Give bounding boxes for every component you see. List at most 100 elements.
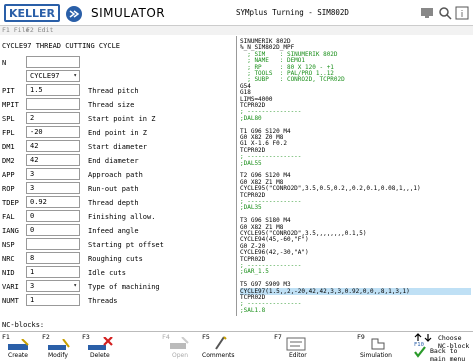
- simulator-icon: [66, 6, 82, 22]
- param-label: TDEP: [2, 199, 19, 207]
- param-label: ROP: [2, 185, 15, 193]
- param-description: End point in Z: [88, 129, 148, 137]
- param-row: DM2 42 End diameter: [0, 154, 237, 168]
- param-description: Start diameter: [88, 143, 148, 151]
- code-line[interactable]: ;DAL80: [240, 115, 262, 122]
- param-input[interactable]: 3: [26, 168, 80, 180]
- param-row: IANG 0 Infeed angle: [0, 224, 237, 238]
- code-line[interactable]: CYCLE95("CONRO2D",3.5,0.5,0.2,,0.2,0.1,0…: [240, 185, 421, 192]
- delete-x-icon: [88, 337, 113, 350]
- open-icon: [170, 337, 189, 349]
- param-input[interactable]: 0.92: [26, 196, 80, 208]
- param-value: 42: [30, 156, 39, 164]
- code-line[interactable]: ; SUBP : CONRO2D, TCPR02D: [240, 76, 345, 83]
- param-input[interactable]: 2: [26, 112, 80, 124]
- param-value: 3: [30, 184, 35, 192]
- param-input[interactable]: [26, 56, 80, 68]
- param-input[interactable]: 42: [26, 154, 80, 166]
- param-input[interactable]: 1: [26, 266, 80, 278]
- selected-code-line[interactable]: CYCLE97(1.5,,2,-20,42,42,3,3,0.92,0,0,,8…: [240, 287, 471, 295]
- param-value: 0.92: [30, 198, 47, 206]
- f9-simulation-button[interactable]: F9 Simulation: [355, 331, 400, 361]
- param-label: DM2: [2, 157, 15, 165]
- f4-open-button[interactable]: F4 Open: [160, 331, 200, 361]
- app-name: SIMULATOR: [91, 6, 166, 20]
- param-description: Run-out path: [88, 185, 139, 193]
- title-bar: KELLER SIMULATOR SYMplus Turning - SIM80…: [0, 0, 473, 26]
- param-description: Starting pt offset: [88, 241, 164, 249]
- monitor-icon[interactable]: [420, 6, 434, 20]
- param-value: -20: [30, 128, 43, 136]
- param-input[interactable]: 1.5: [26, 84, 80, 96]
- param-input[interactable]: -20: [26, 126, 80, 138]
- param-label: N: [2, 59, 7, 67]
- menu-bar: F1 File F2 Edit: [0, 26, 473, 35]
- param-value: 8: [30, 254, 35, 262]
- param-value: 0: [30, 226, 35, 234]
- code-line[interactable]: ;SAL1.8: [240, 307, 265, 314]
- search-icon[interactable]: [438, 6, 452, 20]
- nc-program-listing[interactable]: SINUMERIK 802D %_N_SIM802D_MPF ; SIM : SI…: [238, 36, 473, 316]
- param-row: FAL 0 Finishing allow.: [0, 210, 237, 224]
- param-description: Threads: [88, 297, 118, 305]
- param-dropdown[interactable]: CYCLE97 ▾: [26, 70, 80, 82]
- param-row: TDEP 0.92 Thread depth: [0, 196, 237, 210]
- info-icon[interactable]: i: [455, 6, 469, 20]
- param-input[interactable]: 8: [26, 252, 80, 264]
- up-down-arrows-icon[interactable]: [414, 333, 434, 342]
- param-label: NRC: [2, 255, 15, 263]
- f5-comments-button[interactable]: F5 Comments: [200, 331, 244, 361]
- param-row: VARI 3 ▾ Type of machining: [0, 280, 237, 294]
- param-input[interactable]: [26, 98, 80, 110]
- param-input[interactable]: [26, 238, 80, 250]
- param-value: 1: [30, 296, 35, 304]
- code-line[interactable]: ;GAR_1.5: [240, 268, 269, 275]
- svg-text:i: i: [461, 10, 464, 20]
- f9-key-label: F9: [357, 333, 365, 341]
- panel-title: CYCLE97 THREAD CUTTING CYCLE: [2, 42, 121, 50]
- f1-create-button[interactable]: F1 Create: [0, 331, 40, 361]
- param-label: APP: [2, 171, 15, 179]
- f7-editor-button[interactable]: F7 Editor: [272, 331, 322, 361]
- param-input[interactable]: 0: [26, 210, 80, 222]
- param-label: NSP: [2, 241, 15, 249]
- param-dropdown[interactable]: 3 ▾: [26, 280, 80, 292]
- param-description: Thread size: [88, 101, 135, 109]
- param-value: CYCLE97: [30, 72, 60, 80]
- create-block-icon: [8, 339, 29, 350]
- param-value: 1.5: [30, 86, 43, 94]
- code-line[interactable]: ;DAL55: [240, 160, 262, 167]
- f3-delete-button[interactable]: F3 Delete: [80, 331, 122, 361]
- param-row: MPIT Thread size: [0, 98, 237, 112]
- param-value: 42: [30, 142, 39, 150]
- keller-logo: KELLER: [4, 4, 60, 22]
- param-label: NUMT: [2, 297, 19, 305]
- param-row: PIT 1.5 Thread pitch: [0, 84, 237, 98]
- param-row: NSP Starting pt offset: [0, 238, 237, 252]
- f1-name: Create: [8, 352, 28, 359]
- chevron-down-icon: ▾: [73, 72, 77, 79]
- param-input[interactable]: 42: [26, 140, 80, 152]
- f5-name: Comments: [202, 352, 235, 359]
- param-description: Roughing cuts: [88, 255, 143, 263]
- param-label: SPL: [2, 115, 15, 123]
- back-to-main-menu-label[interactable]: Back to main menu: [430, 347, 473, 361]
- f2-name: Modify: [48, 352, 68, 359]
- comment-pen-icon: [215, 336, 227, 350]
- param-row: DM1 42 Start diameter: [0, 140, 237, 154]
- cycle-parameter-panel: CYCLE97 THREAD CUTTING CYCLE N CYCLE97 ▾ PI…: [0, 36, 237, 316]
- param-input[interactable]: 3: [26, 182, 80, 194]
- f7-name: Editor: [289, 352, 307, 359]
- f2-modify-button[interactable]: F2 Modify: [40, 331, 80, 361]
- f4-name: Open: [172, 352, 189, 359]
- param-label: MPIT: [2, 101, 19, 109]
- menu-edit[interactable]: F2 Edit: [26, 26, 53, 34]
- param-description: Finishing allow.: [88, 213, 156, 221]
- code-line[interactable]: ;DAL35: [240, 204, 262, 211]
- param-input[interactable]: 0: [26, 224, 80, 236]
- param-description: Approach path: [88, 171, 143, 179]
- chevron-down-icon: ▾: [73, 282, 77, 289]
- svg-text:KELLER: KELLER: [9, 7, 56, 19]
- param-input[interactable]: 1: [26, 294, 80, 306]
- param-label: VARI: [2, 283, 19, 291]
